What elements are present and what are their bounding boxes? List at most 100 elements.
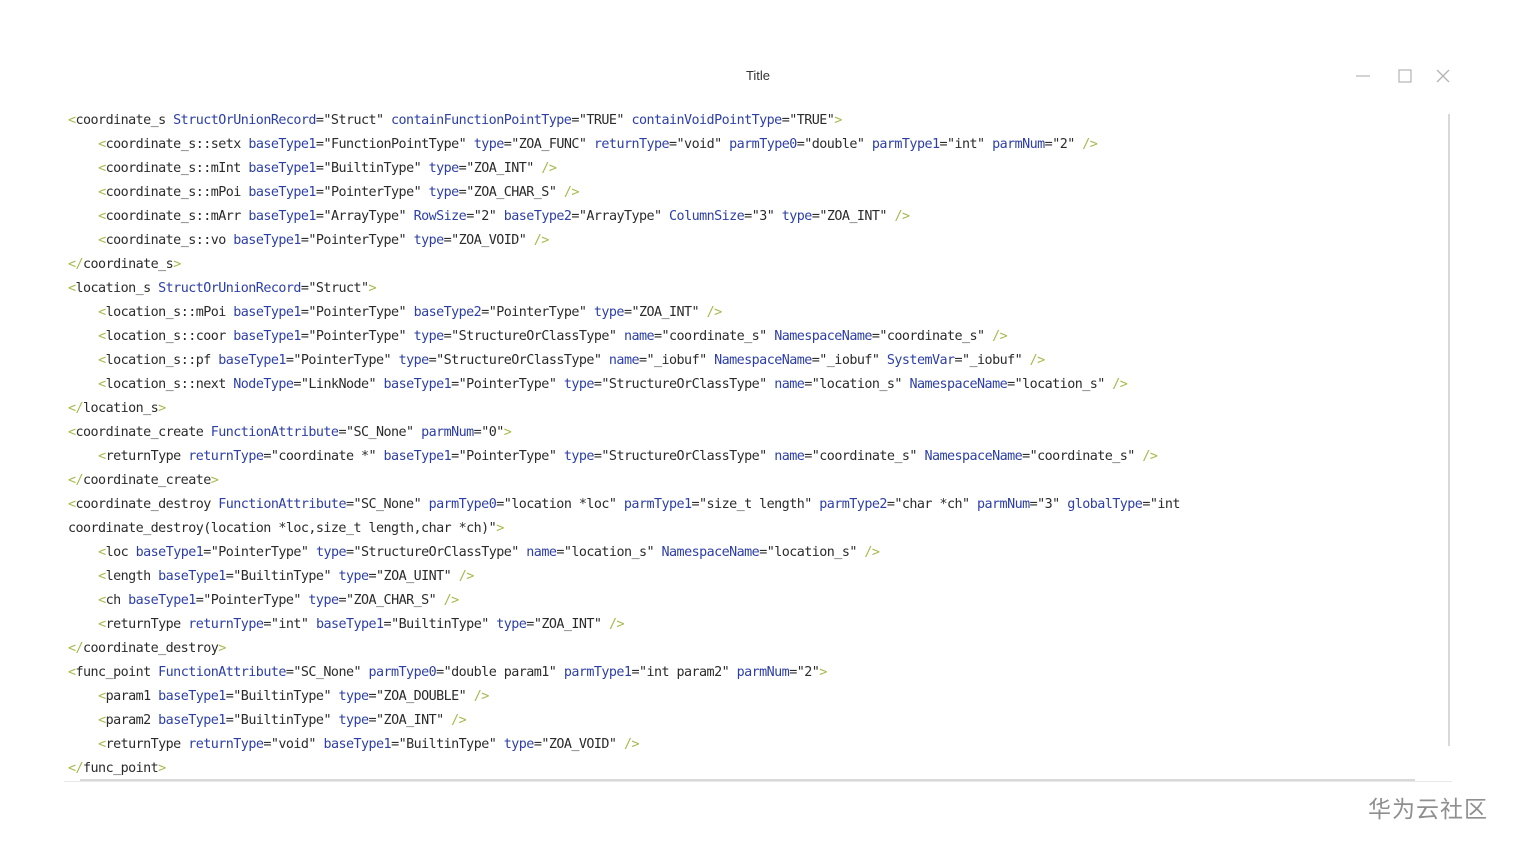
xml-equals: = bbox=[451, 449, 459, 464]
code-line: </coordinate_s> bbox=[68, 253, 181, 277]
xml-attribute-name: returnType bbox=[188, 617, 264, 632]
xml-attribute-name: type bbox=[563, 449, 595, 464]
xml-bracket: /> bbox=[473, 689, 490, 704]
xml-equals: = bbox=[556, 545, 564, 560]
xml-equals: = bbox=[789, 665, 797, 680]
xml-attribute-name: type bbox=[473, 137, 505, 152]
xml-tag-name: coordinate_s::vo bbox=[105, 233, 234, 248]
xml-attribute-value: "int bbox=[1149, 497, 1181, 512]
xml-attribute-name: parmNum bbox=[992, 137, 1045, 152]
xml-bracket: </ bbox=[68, 761, 84, 776]
xml-tag-name: returnType bbox=[105, 617, 189, 632]
xml-bracket: > bbox=[368, 281, 377, 296]
xml-attribute-value: "ZOA_INT" bbox=[376, 713, 452, 728]
window-title: Title bbox=[745, 68, 771, 83]
xml-attribute-value: "3" bbox=[751, 209, 782, 224]
xml-attribute-name: NamespaceName bbox=[924, 449, 1023, 464]
xml-attribute-name: baseType1 bbox=[248, 137, 316, 152]
xml-attribute-value: "int" bbox=[947, 137, 993, 152]
xml-bracket: < bbox=[98, 737, 106, 752]
xml-equals: = bbox=[1022, 449, 1030, 464]
xml-attribute-value: "PointerType" bbox=[308, 329, 414, 344]
xml-text-editor[interactable]: <coordinate_s StructOrUnionRecord="Struc… bbox=[60, 106, 1444, 778]
xml-attribute-value: "LinkNode" bbox=[300, 377, 384, 392]
code-line: <location_s::coor baseType1 = "PointerType… bbox=[68, 325, 1008, 349]
xml-attribute-name: type bbox=[428, 185, 460, 200]
xml-bracket: < bbox=[98, 545, 106, 560]
xml-equals: = bbox=[203, 545, 211, 560]
xml-tag-name: returnType bbox=[105, 449, 189, 464]
xml-attribute-value: "PointerType" bbox=[210, 545, 316, 560]
xml-attribute-value: "ZOA_FUNC" bbox=[511, 137, 594, 152]
xml-tag-name: returnType bbox=[105, 737, 189, 752]
xml-bracket: > bbox=[834, 113, 842, 128]
xml-equals: = bbox=[939, 137, 947, 152]
xml-attribute-value: "ZOA_INT" bbox=[631, 305, 707, 320]
xml-attribute-value: "location_s" bbox=[811, 377, 910, 392]
xml-bracket: > bbox=[210, 473, 219, 488]
xml-attribute-value: "double param1" bbox=[443, 665, 564, 680]
maximize-button[interactable] bbox=[1389, 62, 1421, 90]
xml-attribute-name: type bbox=[496, 617, 527, 632]
xml-tag-name: param2 bbox=[105, 713, 159, 728]
xml-equals: = bbox=[481, 305, 489, 320]
xml-attribute-name: baseType1 bbox=[233, 233, 301, 248]
close-button[interactable] bbox=[1427, 62, 1459, 90]
code-line: </location_s> bbox=[68, 397, 166, 421]
xml-attribute-name: parmType1 bbox=[871, 137, 940, 152]
xml-attribute-value: "StructureOrClassType" bbox=[451, 329, 624, 344]
xml-attribute-value: "PointerType" bbox=[458, 449, 564, 464]
xml-equals: = bbox=[954, 353, 963, 368]
code-line: <coordinate_s::mInt baseType1="BuiltinTy… bbox=[68, 157, 557, 181]
xml-attribute-value: "int" bbox=[270, 617, 316, 632]
code-line: </coordinate_create> bbox=[68, 469, 219, 493]
xml-attribute-name: parmType0 bbox=[368, 665, 437, 680]
xml-bracket: /> bbox=[1029, 353, 1046, 368]
xml-bracket: < bbox=[68, 281, 76, 296]
title-bar[interactable]: Title bbox=[60, 56, 1456, 96]
minimize-button[interactable] bbox=[1347, 62, 1379, 90]
xml-attribute-value: "PointerType" bbox=[293, 353, 399, 368]
close-icon bbox=[1436, 69, 1450, 83]
xml-attribute-name: baseType1 bbox=[315, 617, 384, 632]
xml-attribute-name: parmType1 bbox=[563, 665, 632, 680]
xml-bracket: > bbox=[173, 257, 181, 272]
xml-attribute-value: "StructureOrClassType" bbox=[601, 377, 775, 392]
xml-tag-name: location_s::pf bbox=[105, 353, 219, 368]
xml-tag-name: location_s::coor bbox=[105, 329, 234, 344]
xml-attribute-name: name bbox=[623, 329, 655, 344]
xml-attribute-name: NamespaceName bbox=[909, 377, 1008, 392]
xml-bracket: /> bbox=[541, 161, 557, 176]
xml-equals: = bbox=[571, 113, 579, 128]
xml-attribute-name: parmType2 bbox=[819, 497, 887, 512]
xml-equals: = bbox=[638, 353, 647, 368]
xml-bracket: /> bbox=[608, 617, 625, 632]
code-line: <ch baseType1="PointerType" type="ZOA_CH… bbox=[68, 589, 459, 613]
xml-bracket: > bbox=[503, 425, 512, 440]
xml-attribute-value: "BuiltinType" bbox=[233, 713, 339, 728]
xml-attribute-name: name bbox=[608, 353, 640, 368]
xml-attribute-name: type bbox=[781, 209, 813, 224]
xml-attribute-name: baseType1 bbox=[383, 449, 452, 464]
minimize-icon bbox=[1356, 75, 1370, 77]
code-line: <returnType returnType="int" baseType1="… bbox=[68, 613, 624, 637]
app-window: Title <coordinate_s StructOrUnionRecord=… bbox=[60, 56, 1456, 786]
vertical-scrollbar[interactable] bbox=[1448, 114, 1450, 746]
xml-equals: = bbox=[759, 545, 767, 560]
xml-attribute-name: type bbox=[413, 233, 445, 248]
xml-attribute-value: "PointerType" bbox=[308, 305, 414, 320]
code-line: <param1 baseType1="BuiltinType" type="ZO… bbox=[68, 685, 489, 709]
xml-attribute-name: parmType1 bbox=[623, 497, 692, 512]
xml-attribute-name: parmNum bbox=[421, 425, 474, 440]
code-line: <location_s::pf baseType1="PointerType" … bbox=[68, 349, 1045, 373]
code-line: <length baseType1="BuiltinType" type="ZO… bbox=[68, 565, 474, 589]
xml-attribute-value: "BuiltinType" bbox=[233, 689, 339, 704]
xml-bracket: < bbox=[98, 449, 106, 464]
